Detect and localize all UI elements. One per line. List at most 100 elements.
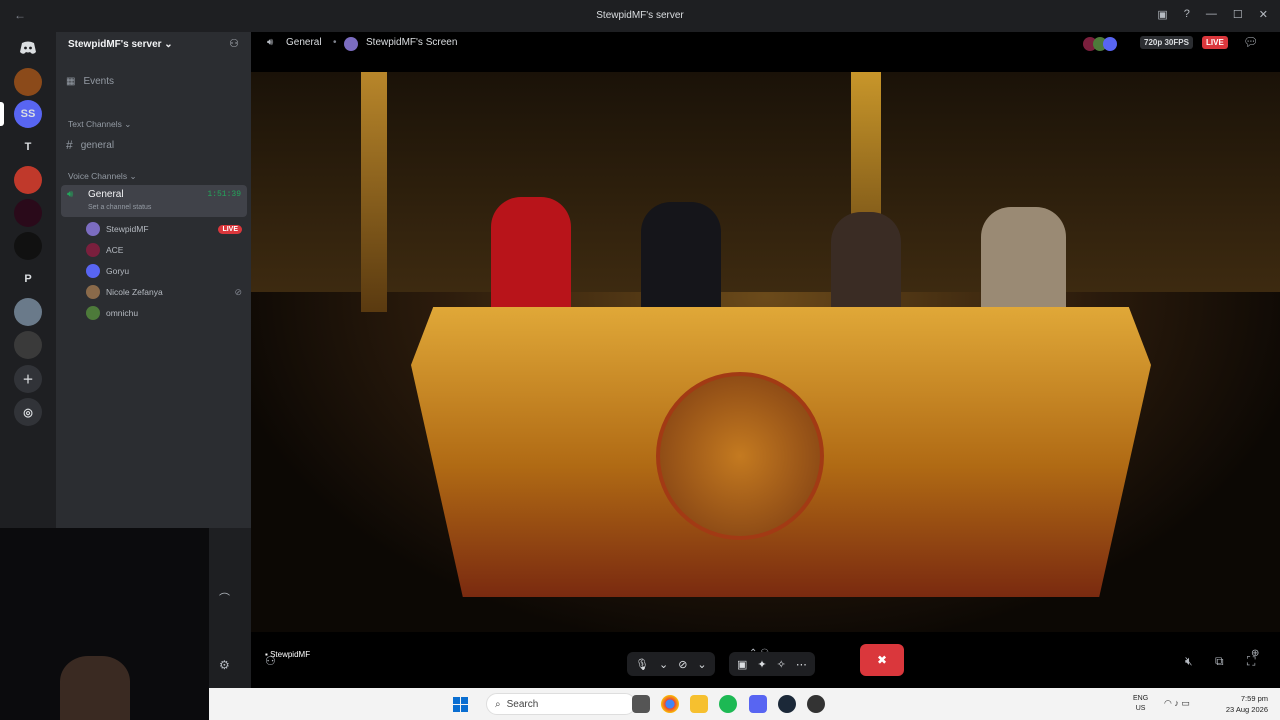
window-title: StewpidMF's server [596,10,684,21]
language-indicator[interactable]: ENG US [1133,694,1148,714]
text-channels-category[interactable]: Text Channels ⌄ [68,119,131,130]
invite-icon[interactable]: ⚇ [229,37,239,50]
channel-sidebar: StewpidMF's server ⌄ ⚇ ▦ Events Text Cha… [56,32,251,528]
server-icon-t[interactable]: T [14,133,42,161]
date: 23 Aug 2026 [1225,705,1268,714]
microphone-icon[interactable]: 🎙︎ [635,658,649,671]
calendar-icon: ▦ [66,76,76,87]
wifi-icon[interactable]: ◠ ♪ ▭ [1164,698,1190,709]
channel-general-text[interactable]: # general [66,138,114,152]
server-icon[interactable] [14,298,42,326]
active-server-indicator [0,102,4,126]
server-icon[interactable] [14,199,42,227]
user-name: Goryu [106,266,130,276]
taskbar-search[interactable]: ⌕ Search [486,693,636,715]
server-icon[interactable] [14,232,42,260]
user-name: omnichu [106,308,139,318]
user-name: ACE [106,245,124,255]
live-badge: LIVE [218,224,242,234]
events-label: Events [83,76,115,87]
task-view-icon[interactable] [632,695,650,713]
video-backdrop [251,72,1280,292]
popout-icon[interactable]: ⧉ [1215,654,1224,669]
voice-user[interactable]: StewpidMF LIVE [86,221,242,237]
channel-status[interactable]: Set a channel status [88,204,151,211]
windows-start-icon[interactable] [453,697,468,712]
viewer-avatars[interactable] [1083,37,1117,51]
server-icon[interactable] [14,166,42,194]
server-list: SS T P ＋ ◎ [0,32,56,528]
app-icon[interactable] [807,695,825,713]
more-icon[interactable]: ⋯ [796,658,807,671]
stop-stream-button[interactable]: ✖ [860,644,904,676]
chat-icon[interactable]: 💬︎ [1243,35,1258,49]
voice-user[interactable]: Nicole Zefanya ⊘ [86,284,242,300]
stream-view: 🔊︎ General • StewpidMF's Screen 720p 30F… [251,32,1280,688]
channel-name[interactable]: General [286,37,322,48]
screen-share-icon[interactable]: ▣ [737,658,747,671]
stream-header: 🔊︎ General • StewpidMF's Screen 720p 30F… [251,32,1280,56]
separator: • [333,37,337,48]
activity-controls[interactable]: ▣ ✦ ✧ ⋯ [729,652,815,676]
live-badge: LIVE [1202,36,1228,49]
disconnect-icon[interactable]: ⌒ [219,590,230,606]
search-icon: ⌕ [495,698,501,710]
server-icon-ss[interactable]: SS [14,100,42,128]
user-name: Nicole Zefanya [106,287,163,297]
user-name: StewpidMF [106,224,149,234]
discord-icon[interactable] [749,695,767,713]
spotify-icon[interactable] [719,695,737,713]
speaker-icon: 🔊︎ [67,189,74,200]
server-icon[interactable] [14,331,42,359]
volume-muted-icon[interactable]: 🔇︎ [1185,654,1193,669]
webcam-person [60,656,130,720]
stream-video[interactable] [251,72,1280,632]
discord-home-icon[interactable] [14,34,42,62]
quality-badge: 720p 30FPS [1140,36,1193,49]
avatar [86,222,100,236]
close-button[interactable]: ✕ [1259,8,1268,21]
minimize-button[interactable]: — [1206,8,1217,21]
voice-timer: 1:51:39 [207,190,241,199]
voice-channel-general[interactable]: 🔊︎ General 1:51:39 Set a channel status [61,185,247,217]
title-bar: ← StewpidMF's server ▣ ? — ☐ ✕ [0,0,1280,32]
speaker-icon: 🔊︎ [267,37,274,48]
clock[interactable]: 7:59 pm 23 Aug 2026 [1226,693,1268,715]
voice-user[interactable]: Goryu [86,263,242,279]
events-row[interactable]: ▦ Events [66,76,114,87]
voice-user[interactable]: omnichu [86,305,242,321]
screen-name: StewpidMF's Screen [366,37,458,48]
time: 7:59 pm [1240,694,1268,703]
server-icon-p[interactable]: P [14,265,42,293]
inbox-icon[interactable]: ▣ [1157,8,1167,21]
avatar [86,264,100,278]
muted-mic-icon: ⊘ [234,286,242,297]
chrome-icon[interactable] [661,695,679,713]
activities-icon[interactable]: ✦ [757,658,766,671]
voice-user[interactable]: ACE [86,242,242,258]
fullscreen-icon[interactable]: ⛶ [1247,654,1255,669]
server-icon[interactable] [14,68,42,96]
maximize-button[interactable]: ☐ [1233,8,1243,21]
voice-channels-category[interactable]: Voice Channels ⌄ [68,171,137,182]
avatar [86,285,100,299]
file-explorer-icon[interactable] [690,695,708,713]
mic-control[interactable]: 🎙︎ ⌄ ⊘ ⌄ [627,652,715,676]
voice-channel-label: General [88,189,124,200]
soundboard-icon[interactable]: ✧ [777,658,786,671]
add-user-icon[interactable]: ⚇ [265,654,276,668]
user-panel: ⌒ ⚙ [209,528,251,688]
camera-off-icon[interactable]: ⊘ [678,658,687,671]
help-icon[interactable]: ? [1184,8,1190,21]
settings-gear-icon[interactable]: ⚙ [219,658,230,672]
steam-icon[interactable] [778,695,796,713]
add-server-icon[interactable]: ＋ [14,365,42,393]
chevron-down-icon[interactable]: ⌄ [659,658,668,671]
avatar [86,243,100,257]
server-name[interactable]: StewpidMF's server ⌄ [68,39,173,50]
chevron-down-icon[interactable]: ⌄ [697,658,706,671]
taskbar: ⌕ Search ENG US ◠ ♪ ▭ 7:59 pm 23 Aug 202… [209,688,1280,720]
explore-icon[interactable]: ◎ [14,398,42,426]
server-header[interactable]: StewpidMF's server ⌄ ⚇ [56,32,251,56]
channel-label: general [80,139,115,151]
